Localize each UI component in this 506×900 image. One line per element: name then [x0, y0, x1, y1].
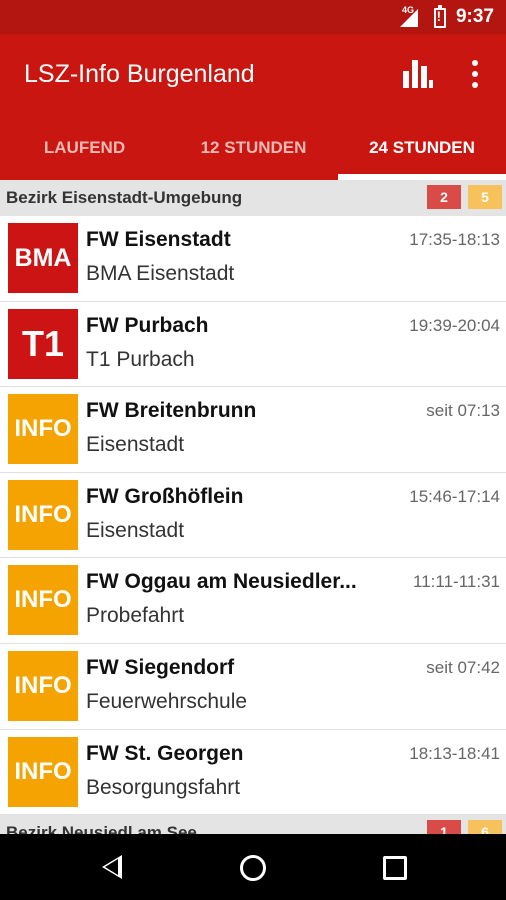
navigation-bar [0, 834, 506, 900]
app-bar: LSZ-Info Burgenland [0, 34, 506, 118]
alarm-count-badge: 2 [427, 185, 461, 209]
incident-description: Besorgungsfahrt [86, 775, 241, 799]
recents-icon[interactable] [383, 856, 407, 880]
unit-name: FW Breitenbrunn [86, 399, 257, 423]
incident-time: seit 07:42 [426, 657, 500, 677]
list-item[interactable]: INFO FW Siegendorf Feuerwehrschule seit … [0, 643, 506, 730]
info-count-badge: 5 [468, 185, 502, 209]
tab-12-stunden[interactable]: 12 STUNDEN [169, 118, 338, 180]
section-title: Bezirk Eisenstadt-Umgebung [6, 188, 243, 207]
incident-type-tile: INFO [8, 565, 78, 636]
tab-laufend[interactable]: LAUFEND [0, 118, 169, 180]
incident-description: BMA Eisenstadt [86, 262, 235, 285]
incident-description: Probefahrt [86, 604, 185, 628]
unit-name: FW Eisenstadt [86, 228, 231, 251]
app-title: LSZ-Info Burgenland [24, 60, 255, 88]
list-item[interactable]: BMA FW Eisenstadt BMA Eisenstadt 17:35-1… [0, 216, 506, 302]
incident-type-tile: BMA [8, 223, 78, 293]
battery-alert-icon [434, 5, 446, 28]
unit-name: FW Oggau am Neusiedler... [86, 570, 357, 594]
incident-time: 15:46-17:14 [409, 486, 500, 506]
incident-time: 11:11-11:31 [413, 572, 500, 592]
section-header: Bezirk Eisenstadt-Umgebung 2 5 [0, 180, 506, 216]
list-item[interactable]: INFO FW St. Georgen Besorgungsfahrt 18:1… [0, 729, 506, 816]
unit-name: FW Purbach [86, 313, 209, 337]
back-icon[interactable] [102, 855, 122, 879]
incident-time: 17:35-18:13 [409, 230, 500, 249]
home-icon[interactable] [240, 855, 266, 881]
list-item[interactable]: T1 FW Purbach T1 Purbach 19:39-20:04 [0, 301, 506, 388]
incident-type-tile: INFO [8, 736, 78, 807]
incident-description: T1 Purbach [86, 347, 195, 371]
section-header: Bezirk Neusiedl am See 1 6 [0, 815, 506, 834]
unit-name: FW St. Georgen [86, 741, 244, 765]
incident-type-tile: INFO [8, 650, 78, 721]
incident-time: 18:13-18:41 [409, 743, 500, 763]
bar-chart-icon[interactable] [403, 60, 433, 88]
unit-name: FW Großhöflein [86, 484, 244, 508]
section-title: Bezirk Neusiedl am See [6, 823, 197, 834]
status-bar: 4G 9:37 [0, 0, 506, 34]
incident-list[interactable]: Bezirk Eisenstadt-Umgebung 2 5 BMA FW Ei… [0, 180, 506, 834]
unit-name: FW Siegendorf [86, 655, 235, 679]
list-item[interactable]: INFO FW Oggau am Neusiedler... Probefahr… [0, 558, 506, 644]
status-time: 9:37 [455, 6, 494, 27]
signal-icon [400, 9, 418, 27]
incident-description: Feuerwehrschule [86, 689, 248, 713]
incident-type-tile: INFO [8, 479, 78, 550]
alarm-count-badge: 1 [427, 820, 461, 834]
tab-bar: LAUFEND 12 STUNDEN 24 STUNDEN [0, 118, 506, 180]
incident-type-tile: T1 [8, 308, 78, 379]
incident-description: Eisenstadt [86, 433, 185, 457]
info-count-badge: 6 [468, 820, 502, 834]
more-vert-icon[interactable] [471, 60, 479, 88]
incident-time: 19:39-20:04 [409, 315, 500, 335]
list-item[interactable]: INFO FW Großhöflein Eisenstadt 15:46-17:… [0, 472, 506, 559]
list-item[interactable]: INFO FW Breitenbrunn Eisenstadt seit 07:… [0, 387, 506, 473]
incident-time: seit 07:13 [426, 401, 500, 421]
incident-description: Eisenstadt [86, 518, 185, 542]
tab-24-stunden[interactable]: 24 STUNDEN [338, 118, 506, 180]
incident-type-tile: INFO [8, 394, 78, 465]
